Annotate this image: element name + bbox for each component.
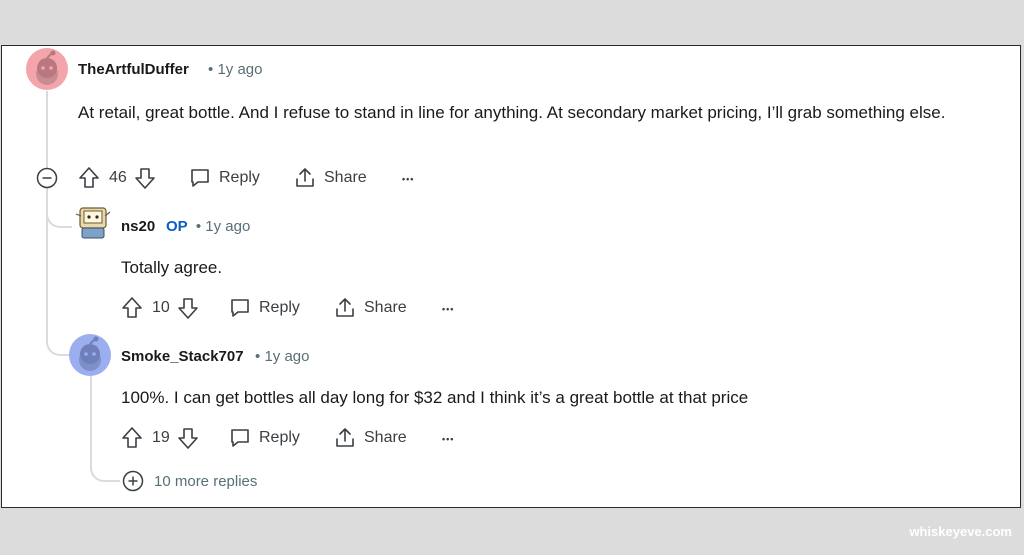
separator-dot: • <box>208 61 214 78</box>
thread-connector-more <box>90 460 120 482</box>
reply-button[interactable]: Reply <box>229 426 300 450</box>
comment-username[interactable]: ns20 <box>121 218 155 235</box>
vote-group: 19 <box>121 426 199 450</box>
downvote-arrow-icon <box>134 168 155 189</box>
upvote-arrow-icon <box>122 297 142 318</box>
upvote-button[interactable] <box>121 426 143 450</box>
thread-connector-ns20 <box>46 204 72 228</box>
avatar[interactable] <box>69 334 111 376</box>
snoo-avatar-icon <box>36 50 58 85</box>
vote-group: 46 <box>78 166 156 190</box>
upvote-arrow-icon <box>122 427 142 448</box>
more-replies-label: 10 more replies <box>154 472 258 490</box>
upvote-arrow-icon <box>79 167 99 188</box>
upvote-button[interactable] <box>121 296 143 320</box>
vote-count: 10 <box>152 299 170 316</box>
share-button[interactable]: Share <box>334 426 407 450</box>
share-button[interactable]: Share <box>334 296 407 320</box>
thread-connector-smoke <box>46 326 72 356</box>
comment-thread-panel: TheArtfulDuffer • 1y ago At retail, grea… <box>1 45 1021 508</box>
downvote-button[interactable] <box>177 426 199 450</box>
comment-bubble-icon <box>231 429 249 447</box>
reply-button[interactable]: Reply <box>189 166 260 190</box>
upvote-button[interactable] <box>78 166 100 190</box>
comment-meta: • 1y ago <box>208 61 262 78</box>
share-label: Share <box>364 429 407 446</box>
minus-circle-icon <box>36 167 58 189</box>
separator-dot: • <box>255 348 261 365</box>
vote-count: 46 <box>109 169 127 186</box>
thread-line-smoke[interactable] <box>90 376 92 466</box>
comment-meta: OP • 1y ago <box>166 218 250 235</box>
comment-username[interactable]: TheArtfulDuffer <box>78 61 189 78</box>
downvote-button[interactable] <box>177 296 199 320</box>
downvote-arrow-icon <box>177 298 198 319</box>
share-label: Share <box>324 169 367 186</box>
collapse-thread-button[interactable] <box>36 167 58 189</box>
comment-body: Totally agree. <box>121 258 223 277</box>
share-label: Share <box>364 299 407 316</box>
comment-meta: • 1y ago <box>255 348 309 365</box>
vote-count: 19 <box>152 429 170 446</box>
share-icon <box>296 168 314 187</box>
more-options-button[interactable]: ••• <box>442 434 454 444</box>
avatar[interactable] <box>72 202 112 242</box>
custom-avatar-icon <box>75 207 111 239</box>
plus-circle-icon <box>122 470 144 492</box>
downvote-button[interactable] <box>134 166 156 190</box>
avatar[interactable] <box>26 48 68 90</box>
comment-bubble-icon <box>191 169 209 187</box>
reply-label: Reply <box>259 299 300 316</box>
reply-label: Reply <box>259 429 300 446</box>
watermark: whiskeyeve.com <box>909 524 1012 539</box>
snoo-avatar-icon <box>79 336 101 371</box>
more-options-button[interactable]: ••• <box>402 174 414 184</box>
reply-label: Reply <box>219 169 260 186</box>
vote-group: 10 <box>121 296 199 320</box>
comment-username[interactable]: Smoke_Stack707 <box>121 348 244 365</box>
reply-button[interactable]: Reply <box>229 296 300 320</box>
separator-dot: • <box>195 218 202 235</box>
more-options-button[interactable]: ••• <box>442 304 454 314</box>
downvote-arrow-icon <box>177 428 198 449</box>
op-badge: OP <box>166 218 188 235</box>
more-replies-button[interactable]: 10 more replies <box>122 469 257 493</box>
comment-age[interactable]: 1y ago <box>264 348 309 365</box>
comment-bubble-icon <box>231 299 249 317</box>
share-button[interactable]: Share <box>294 166 367 190</box>
comment-body: At retail, great bottle. And I refuse to… <box>78 103 946 122</box>
comment-age[interactable]: 1y ago <box>205 218 250 235</box>
comment-body: 100%. I can get bottles all day long for… <box>121 388 749 407</box>
comment-age[interactable]: 1y ago <box>217 61 262 78</box>
share-icon <box>336 298 354 317</box>
share-icon <box>336 428 354 447</box>
